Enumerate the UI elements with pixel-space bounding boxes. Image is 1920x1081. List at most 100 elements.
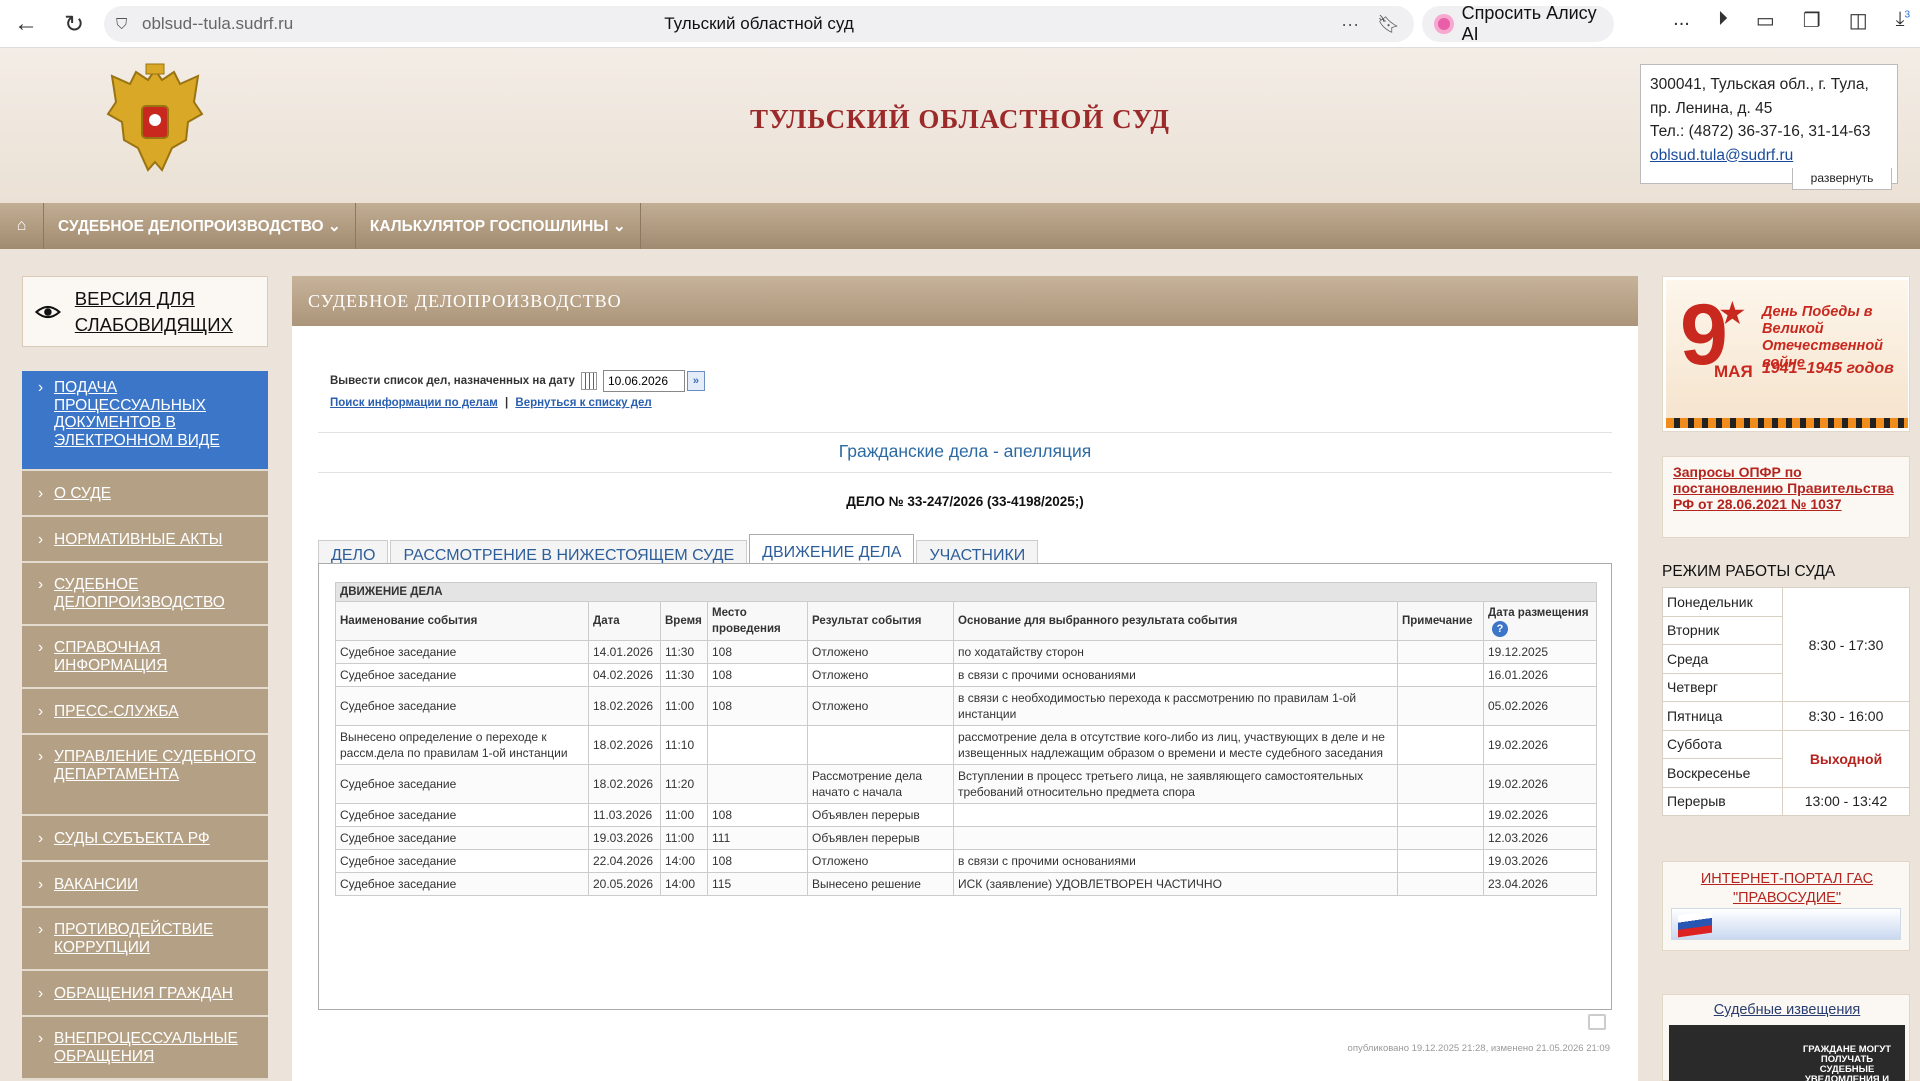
alice-icon: [1434, 14, 1454, 34]
date-filter-label: Вывести список дел, назначенных на дату: [330, 375, 575, 387]
victory-may: МАЯ: [1714, 362, 1753, 381]
back-to-list-link[interactable]: Вернуться к списку дел: [515, 397, 651, 409]
divider: [318, 472, 1612, 473]
collections-icon[interactable]: ❐: [1803, 8, 1821, 33]
sidebar-item-regulations[interactable]: НОРМАТИВНЫЕ АКТЫ: [22, 517, 268, 563]
more-icon[interactable]: ···: [1341, 14, 1359, 35]
cell-basis: по ходатайству сторон: [953, 640, 1398, 664]
table-caption: ДВИЖЕНИЕ ДЕЛА: [335, 582, 1597, 602]
topnav-item-fee-calculator[interactable]: КАЛЬКУЛЯТОР ГОСПОШЛИНЫ ⌄: [356, 203, 641, 249]
home-icon[interactable]: ⌂: [0, 203, 44, 249]
sidebar-item-reference-info[interactable]: СПРАВОЧНАЯ ИНФОРМАЦИЯ: [22, 626, 268, 689]
cell-note: [1397, 663, 1484, 687]
menu-icon[interactable]: ...: [1673, 8, 1690, 33]
cell-posted: 23.04.2026: [1483, 872, 1597, 896]
cell-event: Судебное заседание: [335, 872, 589, 896]
address-bar[interactable]: ⛉ oblsud--tula.sudrf.ru Тульский областн…: [104, 6, 1414, 42]
cell-date: 18.02.2026: [588, 686, 661, 726]
schedule-day: Пятница: [1662, 701, 1783, 731]
sidebar-item-court-proceedings[interactable]: СУДЕБНОЕ ДЕЛОПРОИЗВОДСТВО: [22, 563, 268, 626]
battery-icon[interactable]: ▭: [1756, 8, 1775, 33]
cell-basis: ИСК (заявление) УДОВЛЕТВОРЕН ЧАСТИЧНО: [953, 872, 1398, 896]
back-icon[interactable]: ←: [8, 6, 44, 42]
cell-date: 20.05.2026: [588, 872, 661, 896]
cell-event: Судебное заседание: [335, 640, 589, 664]
address-line-1: 300041, Тульская обл., г. Тула,: [1650, 76, 1869, 93]
cell-place: 108: [707, 640, 808, 664]
cell-event: Судебное заседание: [335, 849, 589, 873]
downloads-badge: 3: [1904, 9, 1910, 21]
alice-label: Спросить Алису AI: [1461, 3, 1597, 44]
downloads-icon[interactable]: ⤓3: [1896, 8, 1910, 33]
schedule-day: Перерыв: [1662, 786, 1783, 816]
page-tab-title: Тульский областной суд: [664, 14, 854, 33]
cell-note: [1397, 803, 1484, 827]
notice-text: ГРАЖДАНЕ МОГУТ ПОЛУЧАТЬ СУДЕБНЫЕ УВЕДОМЛ…: [1802, 1044, 1892, 1081]
extensions-icon[interactable]: ◫: [1849, 8, 1868, 33]
calendar-icon[interactable]: [580, 372, 597, 390]
bookmark-icon[interactable]: 🔖︎: [1377, 14, 1400, 35]
cell-time: 14:00: [660, 849, 708, 873]
court-notices-banner[interactable]: Судебные извещения ГРАЖДАНЕ МОГУТ ПОЛУЧА…: [1662, 994, 1910, 1081]
cell-note: [1397, 849, 1484, 873]
sidebar-item-citizen-appeals[interactable]: ОБРАЩЕНИЯ ГРАЖДАН: [22, 971, 268, 1017]
cell-note: [1397, 686, 1484, 726]
cell-date: 22.04.2026: [588, 849, 661, 873]
cell-date: 14.01.2026: [588, 640, 661, 664]
table-row: Судебное заседание 18.02.2026 11:20 Рассмот…: [335, 764, 1597, 804]
expand-contacts-button[interactable]: развернуть: [1792, 168, 1892, 190]
date-go-button[interactable]: »: [686, 371, 705, 391]
alice-button[interactable]: Спросить Алису AI: [1422, 3, 1614, 44]
cell-time: 11:00: [660, 686, 708, 726]
cell-date: 11.03.2026: [588, 803, 661, 827]
col-time: Время: [660, 601, 708, 641]
cell-note: [1397, 725, 1484, 765]
cell-posted: 19.02.2026: [1483, 764, 1597, 804]
cell-basis: [953, 803, 1398, 827]
date-input[interactable]: 10.06.2026: [602, 370, 685, 392]
cell-posted: 16.01.2026: [1483, 663, 1597, 687]
sidebar-item-press[interactable]: ПРЕСС-СЛУЖБА: [22, 689, 268, 735]
search-cases-link[interactable]: Поиск информации по делам: [330, 397, 498, 409]
victory-day-banner[interactable]: 9 ★ МАЯ День Победы в Великой Отечествен…: [1662, 276, 1910, 432]
url-text: oblsud--tula.sudrf.ru: [142, 14, 294, 33]
topnav-item-court-proceedings[interactable]: СУДЕБНОЕ ДЕЛОПРОИЗВОДСТВО ⌄: [44, 203, 356, 249]
case-links: Поиск информации по делам | Вернуться к …: [330, 397, 652, 409]
opfr-requests-link[interactable]: Запросы ОПФР по постановлению Правительс…: [1662, 456, 1910, 538]
sidebar-item-anti-corruption[interactable]: ПРОТИВОДЕЙСТВИЕ КОРРУПЦИИ: [22, 908, 268, 971]
email-link[interactable]: oblsud.tula@sudrf.ru: [1650, 147, 1793, 164]
help-icon[interactable]: ?: [1492, 621, 1508, 637]
cell-time: 11:10: [660, 725, 708, 765]
col-result: Результат события: [807, 601, 954, 641]
schedule-day: Среда: [1662, 644, 1783, 674]
cell-time: 11:00: [660, 803, 708, 827]
sidebar-item-judicial-department[interactable]: УПРАВЛЕНИЕ СУДЕБНОГО ДЕПАРТАМЕНТА: [22, 735, 268, 816]
sidebar-item-vacancies[interactable]: ВАКАНСИИ: [22, 862, 268, 908]
reload-icon[interactable]: ↻: [56, 6, 92, 42]
cell-place: 108: [707, 686, 808, 726]
schedule-day: Суббота: [1662, 729, 1783, 759]
top-navigation: ⌂ СУДЕБНОЕ ДЕЛОПРОИЗВОДСТВО ⌄ КАЛЬКУЛЯТО…: [0, 203, 1920, 249]
sidebar-item-electronic-filing[interactable]: ПОДАЧА ПРОЦЕССУАЛЬНЫХ ДОКУМЕНТОВ В ЭЛЕКТ…: [22, 371, 268, 471]
case-title: ДЕЛО № 33-247/2026 (33-4198/2025;): [846, 494, 1084, 509]
print-icon[interactable]: [1588, 1014, 1606, 1030]
gas-pravosudie-banner[interactable]: ИНТЕРНЕТ-ПОРТАЛ ГАС "ПРАВОСУДИЕ": [1662, 861, 1910, 951]
divider: [318, 432, 1612, 433]
cell-basis: в связи с прочими основаниями: [953, 849, 1398, 873]
portal-title: ИНТЕРНЕТ-ПОРТАЛ ГАС "ПРАВОСУДИЕ": [1700, 871, 1874, 906]
cell-date: 18.02.2026: [588, 764, 661, 804]
cell-posted: 19.02.2026: [1483, 725, 1597, 765]
cell-posted: 19.02.2026: [1483, 803, 1597, 827]
cell-place: [707, 764, 808, 804]
sidebar-item-extraprocedural-appeals[interactable]: ВНЕПРОЦЕССУАЛЬНЫЕ ОБРАЩЕНИЯ: [22, 1017, 268, 1080]
published-info: опубликовано 19.12.2025 21:28, изменено …: [1347, 1043, 1610, 1054]
media-icon[interactable]: ⏵: [1718, 8, 1728, 33]
schedule-title: РЕЖИМ РАБОТЫ СУДА: [1662, 563, 1836, 580]
site-info-icon[interactable]: ⛉: [116, 16, 127, 33]
sidebar-item-about[interactable]: О СУДЕ: [22, 471, 268, 517]
table-row: Судебное заседание 18.02.2026 11:00 108 Отло…: [335, 686, 1597, 726]
sidebar-item-regional-courts[interactable]: СУДЫ СУБЪЕКТА РФ: [22, 816, 268, 862]
cell-note: [1397, 764, 1484, 804]
contact-box: 300041, Тульская обл., г. Тула, пр. Лени…: [1640, 64, 1898, 184]
accessibility-version-link[interactable]: ВЕРСИЯ ДЛЯ СЛАБОВИДЯЩИХ: [22, 276, 268, 347]
